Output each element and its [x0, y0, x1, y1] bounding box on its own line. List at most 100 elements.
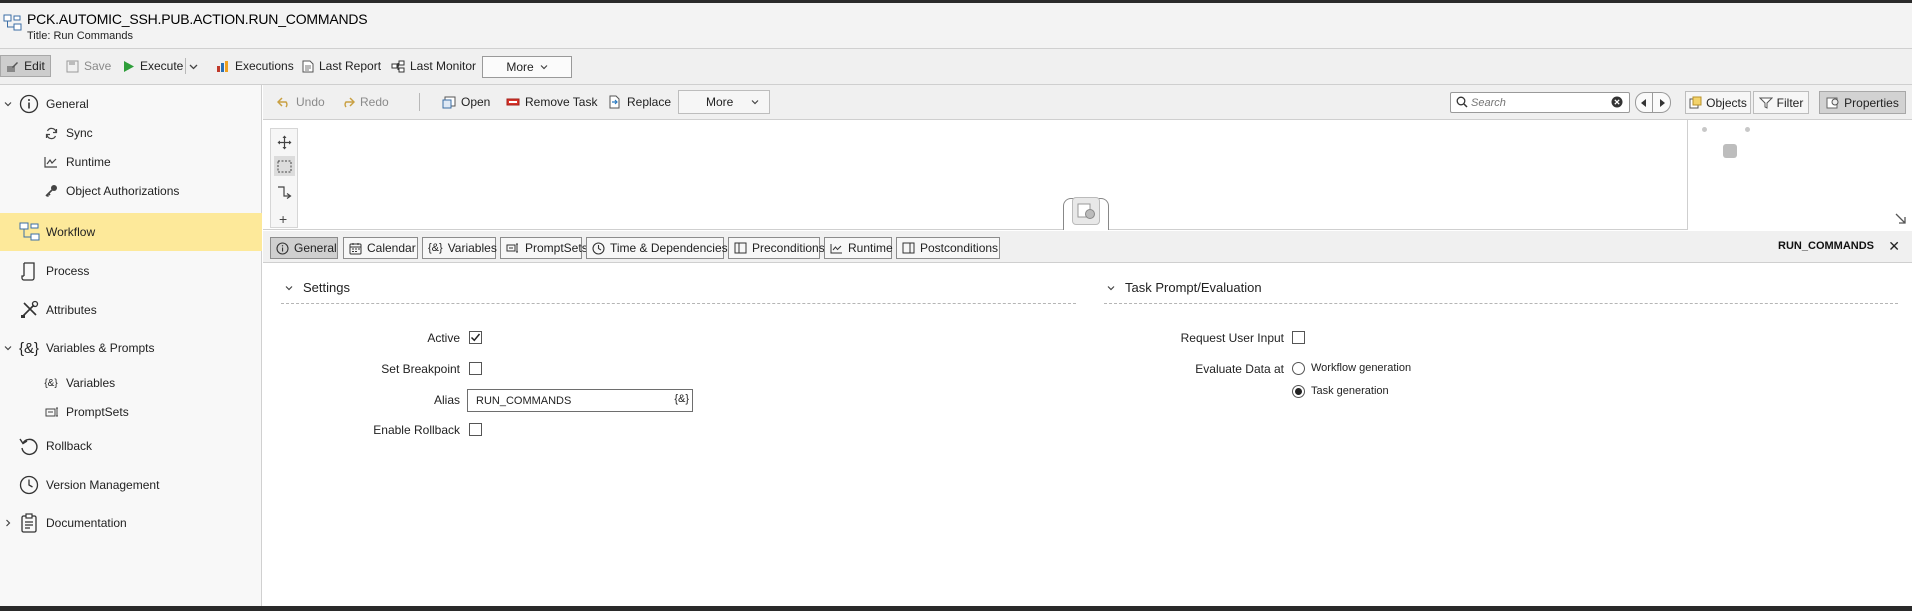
sidebar-item-documentation[interactable]: Documentation	[0, 511, 262, 535]
tab-promptsets[interactable]: PromptSets	[500, 237, 588, 259]
save-icon	[66, 60, 79, 73]
task-prompt-section-header[interactable]: Task Prompt/Evaluation	[1107, 280, 1262, 295]
save-button[interactable]: Save	[66, 55, 111, 77]
variables-icon: {&}	[44, 377, 58, 389]
redo-label: Redo	[360, 95, 389, 109]
search-input[interactable]	[1471, 95, 1603, 110]
active-checkbox[interactable]	[469, 331, 482, 344]
tab-postconditions[interactable]: Postconditions	[896, 237, 1000, 259]
chevron-down-icon	[1107, 284, 1115, 292]
edit-icon	[6, 60, 19, 73]
search-prev-button[interactable]	[1635, 92, 1653, 113]
search-icon	[1456, 96, 1468, 108]
minimap[interactable]	[1688, 120, 1912, 230]
chevron-down-icon[interactable]	[3, 100, 13, 108]
rollback-checkbox[interactable]	[469, 423, 482, 436]
sidebar-item-sync[interactable]: Sync	[0, 123, 262, 143]
window-bottom-edge	[0, 606, 1912, 611]
tab-general[interactable]: General	[270, 237, 338, 259]
executions-button[interactable]: Executions	[216, 55, 294, 77]
resize-corner-icon[interactable]	[1894, 212, 1908, 226]
search-box[interactable]	[1450, 92, 1630, 113]
task-generation-radio[interactable]	[1292, 385, 1305, 398]
undo-label: Undo	[296, 95, 325, 109]
sidebar-item-object-authorizations[interactable]: Object Authorizations	[0, 181, 262, 201]
request-input-checkbox[interactable]	[1292, 331, 1305, 344]
alias-field[interactable]: {&}	[467, 389, 693, 412]
close-icon[interactable]: ✕	[1888, 238, 1900, 255]
remove-task-button[interactable]: Remove Task	[506, 91, 597, 113]
edit-label: Edit	[24, 59, 45, 73]
sidebar-item-variables-prompts[interactable]: {&} Variables & Prompts	[0, 336, 262, 360]
workflow-generation-radio[interactable]	[1292, 362, 1305, 375]
sidebar-item-label: Documentation	[46, 516, 127, 530]
selected-task-name: RUN_COMMANDS	[1778, 240, 1874, 252]
workflow-generation-label[interactable]: Workflow generation	[1311, 362, 1411, 374]
open-button[interactable]: Open	[442, 91, 490, 113]
key-icon	[44, 184, 58, 198]
workflow-canvas[interactable]: +	[263, 120, 1912, 230]
bar-chart-icon	[216, 60, 230, 73]
tab-variables[interactable]: {&} Variables	[422, 237, 497, 259]
search-next-button[interactable]	[1653, 92, 1671, 113]
promptsets-icon	[44, 405, 60, 419]
zoom-in-icon[interactable]: +	[279, 211, 287, 227]
more-menu-button[interactable]: More	[482, 56, 572, 78]
connector-icon[interactable]	[277, 185, 292, 199]
redo-button[interactable]: Redo	[341, 91, 389, 113]
chevron-down-icon[interactable]	[3, 344, 13, 352]
tab-time-dependencies[interactable]: Time & Dependencies	[586, 237, 728, 259]
last-monitor-button[interactable]: Last Monitor	[391, 55, 476, 77]
triangle-left-icon	[1641, 98, 1647, 107]
more-label: More	[706, 95, 734, 109]
sidebar-item-workflow[interactable]: Workflow	[0, 213, 262, 251]
tab-label: Runtime	[848, 241, 893, 255]
execute-dropdown[interactable]	[189, 55, 198, 77]
replace-button[interactable]: Replace	[608, 91, 671, 113]
chevron-down-icon	[751, 98, 759, 106]
tab-preconditions[interactable]: Preconditions	[728, 237, 825, 259]
breakpoint-checkbox[interactable]	[469, 362, 482, 375]
sidebar-item-variables[interactable]: {&} Variables	[0, 373, 262, 393]
pan-move-icon[interactable]	[277, 135, 292, 150]
alias-input[interactable]	[476, 393, 656, 408]
open-icon	[442, 96, 456, 109]
last-report-button[interactable]: Last Report	[302, 55, 381, 77]
sidebar-item-promptsets[interactable]: PromptSets	[0, 402, 262, 422]
replace-icon	[608, 95, 622, 109]
properties-button[interactable]: Properties	[1819, 91, 1906, 114]
clear-search-icon[interactable]	[1611, 96, 1623, 108]
alias-variables-button[interactable]: {&}	[674, 393, 689, 405]
task-generation-label[interactable]: Task generation	[1311, 385, 1389, 397]
main-toolbar: Edit Save Execute Executions Last Report…	[0, 49, 1912, 85]
properties-tab-bar: General Calendar {&} Variables PromptSet…	[263, 231, 1912, 263]
sidebar-item-runtime[interactable]: Runtime	[0, 152, 262, 172]
runtime-chart-icon	[44, 155, 58, 169]
sidebar-item-version-management[interactable]: Version Management	[0, 473, 262, 497]
sidebar-item-label: Variables	[66, 376, 116, 390]
properties-label: Properties	[1844, 95, 1899, 110]
undo-button[interactable]: Undo	[277, 91, 325, 113]
workflow-icon	[18, 220, 42, 244]
sidebar-item-attributes[interactable]: Attributes	[0, 298, 262, 322]
sidebar-item-general[interactable]: General	[0, 93, 262, 115]
sidebar-item-process[interactable]: Process	[0, 259, 262, 283]
object-title: Title: Run Commands	[27, 30, 133, 42]
sidebar-item-rollback[interactable]: Rollback	[0, 434, 262, 458]
separator	[185, 58, 186, 74]
variables-icon: {&}	[428, 242, 443, 254]
tab-calendar[interactable]: Calendar	[343, 237, 418, 259]
edit-button[interactable]: Edit	[0, 55, 51, 77]
objects-button[interactable]: Objects	[1685, 91, 1751, 114]
save-label: Save	[84, 59, 112, 73]
workflow-task-node[interactable]	[1063, 197, 1109, 230]
chevron-right-icon[interactable]	[3, 519, 13, 527]
section-divider	[281, 303, 1076, 304]
tab-runtime[interactable]: Runtime	[824, 237, 893, 259]
filter-button[interactable]: Filter	[1753, 91, 1809, 114]
marquee-select-icon[interactable]	[274, 156, 295, 176]
execute-button[interactable]: Execute	[122, 55, 183, 77]
settings-section-header[interactable]: Settings	[285, 280, 350, 295]
editor-more-button[interactable]: More	[678, 90, 770, 114]
promptsets-icon	[506, 242, 520, 254]
